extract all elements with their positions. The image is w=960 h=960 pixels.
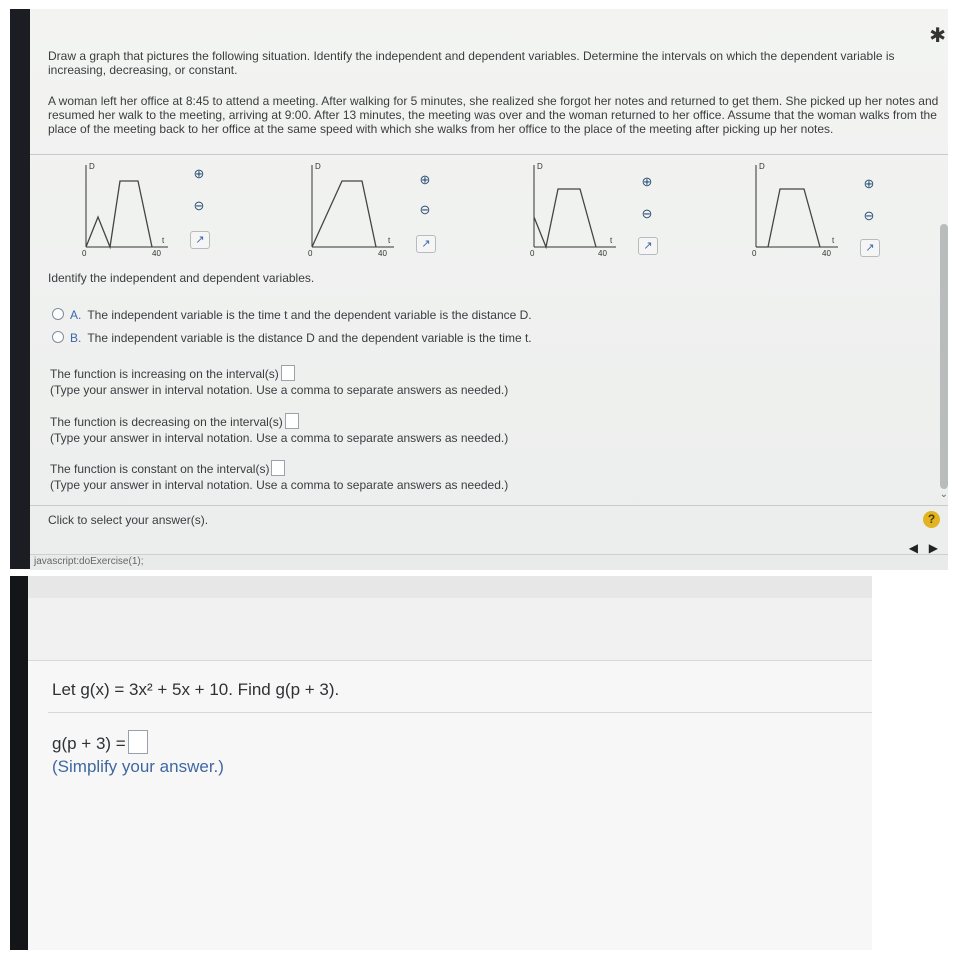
increasing-label: The function is increasing on the interv…: [50, 367, 279, 381]
increasing-answer-box[interactable]: [280, 365, 295, 381]
increasing-hint: (Type your answer in interval notation. …: [50, 383, 509, 397]
graph-2-xlabel: t: [388, 236, 391, 245]
question-text: Let g(x) = 3x² + 5x + 10. Find g(p + 3).: [52, 680, 340, 699]
simplify-hint: (Simplify your answer.): [52, 757, 224, 776]
graph-4-xlabel: t: [832, 236, 835, 245]
decreasing-label: The function is decreasing on the interv…: [50, 415, 283, 429]
exercise-panel: ✱ Draw a graph that pictures the followi…: [10, 9, 948, 570]
top-band: [28, 576, 872, 598]
decreasing-answer-box[interactable]: [284, 413, 299, 429]
open-external-icon[interactable]: ↗: [638, 237, 658, 255]
option-a[interactable]: A. The independent variable is the time t…: [52, 308, 532, 322]
chevron-down-icon[interactable]: ⌄: [940, 489, 948, 500]
graph-1-origin: 0: [82, 249, 87, 258]
option-b[interactable]: B. The independent variable is the distan…: [52, 331, 532, 345]
next-icon[interactable]: ▶: [929, 541, 938, 555]
constant-label: The function is constant on the interval…: [50, 462, 270, 476]
zoom-out-icon[interactable]: ⊖: [190, 197, 208, 215]
graph-3-xlabel: t: [610, 236, 613, 245]
graph-choice-3[interactable]: D t 0 40 ⊕ ⊖ ↗: [520, 159, 670, 259]
graph-1-xlabel: t: [162, 236, 165, 245]
status-bar: javascript:doExercise(1);: [30, 554, 948, 570]
divider: [30, 154, 948, 155]
open-external-icon[interactable]: ↗: [190, 231, 210, 249]
graph-1-ylabel: D: [89, 162, 95, 171]
identify-label: Identify the independent and dependent v…: [48, 271, 315, 285]
constant-answer-box[interactable]: [271, 460, 286, 476]
graph-2-xtick: 40: [378, 249, 387, 258]
click-prompt: Click to select your answer(s).: [48, 513, 209, 527]
radio-b[interactable]: [52, 331, 64, 343]
graph-2-ylabel: D: [315, 162, 321, 171]
exercise-content: ✱ Draw a graph that pictures the followi…: [30, 9, 948, 555]
second-exercise-panel: Let g(x) = 3x² + 5x + 10. Find g(p + 3).…: [10, 576, 872, 950]
graph-1-svg: D t 0 40: [82, 162, 168, 258]
zoom-in-icon[interactable]: ⊕: [416, 171, 434, 189]
option-a-text: The independent variable is the time t a…: [87, 308, 532, 322]
prev-icon[interactable]: ◀: [909, 541, 918, 555]
constant-hint: (Type your answer in interval notation. …: [50, 478, 509, 492]
graph-4-svg: D t 0 40: [752, 162, 838, 258]
zoom-in-icon[interactable]: ⊕: [190, 165, 208, 183]
help-icon[interactable]: ?: [923, 511, 940, 528]
graph-3-svg: D t 0 40: [530, 162, 616, 258]
open-external-icon[interactable]: ↗: [860, 239, 880, 257]
option-b-letter: B.: [70, 331, 82, 345]
graph-choice-2[interactable]: D t 0 40 ⊕ ⊖ ↗: [298, 159, 448, 259]
option-b-text: The independent variable is the distance…: [87, 331, 532, 345]
answer-label: g(p + 3) =: [52, 734, 126, 753]
graph-1-xtick: 40: [152, 249, 161, 258]
decreasing-hint: (Type your answer in interval notation. …: [50, 431, 509, 445]
radio-a[interactable]: [52, 308, 64, 320]
graph-3-ylabel: D: [537, 162, 543, 171]
graph-4-origin: 0: [752, 249, 757, 258]
scenario-text: A woman left her office at 8:45 to atten…: [48, 94, 939, 136]
graph-4-xtick: 40: [822, 249, 831, 258]
status-text: javascript:doExercise(1);: [34, 556, 144, 567]
exercise-prompt: Draw a graph that pictures the following…: [48, 49, 895, 77]
open-external-icon[interactable]: ↗: [416, 235, 436, 253]
answer-input-box[interactable]: [127, 730, 148, 754]
graph-3-xtick: 40: [598, 249, 607, 258]
header-band: [28, 598, 872, 661]
graph-4-ylabel: D: [759, 162, 765, 171]
gear-icon[interactable]: ✱: [929, 23, 946, 48]
zoom-in-icon[interactable]: ⊕: [638, 173, 656, 191]
answer-row: g(p + 3) =: [52, 730, 148, 754]
zoom-in-icon[interactable]: ⊕: [860, 175, 878, 193]
graph-2-origin: 0: [308, 249, 313, 258]
decreasing-row: The function is decreasing on the interv…: [50, 413, 299, 429]
divider: [48, 712, 872, 713]
zoom-out-icon[interactable]: ⊖: [638, 205, 656, 223]
constant-row: The function is constant on the interval…: [50, 460, 286, 476]
graph-3-origin: 0: [530, 249, 535, 258]
option-a-letter: A.: [70, 308, 82, 322]
increasing-row: The function is increasing on the interv…: [50, 365, 295, 381]
graph-choice-1[interactable]: D t 0 40 ⊕ ⊖ ↗: [72, 159, 222, 259]
scrollbar[interactable]: [940, 224, 948, 489]
zoom-out-icon[interactable]: ⊖: [860, 207, 878, 225]
divider: [30, 505, 948, 506]
graph-2-svg: D t 0 40: [308, 162, 394, 258]
zoom-out-icon[interactable]: ⊖: [416, 201, 434, 219]
graph-choice-4[interactable]: D t 0 40 ⊕ ⊖ ↗: [742, 159, 892, 259]
